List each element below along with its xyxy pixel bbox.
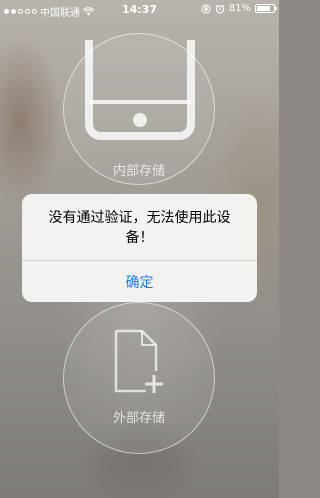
external-storage-label: 外部存储 bbox=[112, 411, 165, 426]
battery-icon bbox=[255, 4, 277, 13]
alarm-icon bbox=[215, 4, 225, 14]
phone-icon bbox=[85, 40, 195, 140]
alert-message: 没有通过验证，无法使用此设备！ bbox=[48, 210, 231, 246]
rotation-lock-icon bbox=[201, 3, 211, 14]
status-icons: 81% bbox=[201, 3, 277, 14]
internal-storage-label: 内部存储 bbox=[112, 164, 165, 179]
internal-storage-option[interactable]: 内部存储 bbox=[63, 33, 215, 185]
add-file-icon bbox=[114, 329, 163, 393]
battery-percent: 81% bbox=[228, 3, 251, 14]
alert-dialog: 没有通过验证，无法使用此设备！ 确定 bbox=[22, 194, 257, 302]
external-storage-option[interactable]: 外部存储 bbox=[63, 302, 215, 454]
confirm-button[interactable]: 确定 bbox=[22, 261, 257, 302]
status-bar: 中国联通 14:37 81% bbox=[0, 0, 279, 20]
